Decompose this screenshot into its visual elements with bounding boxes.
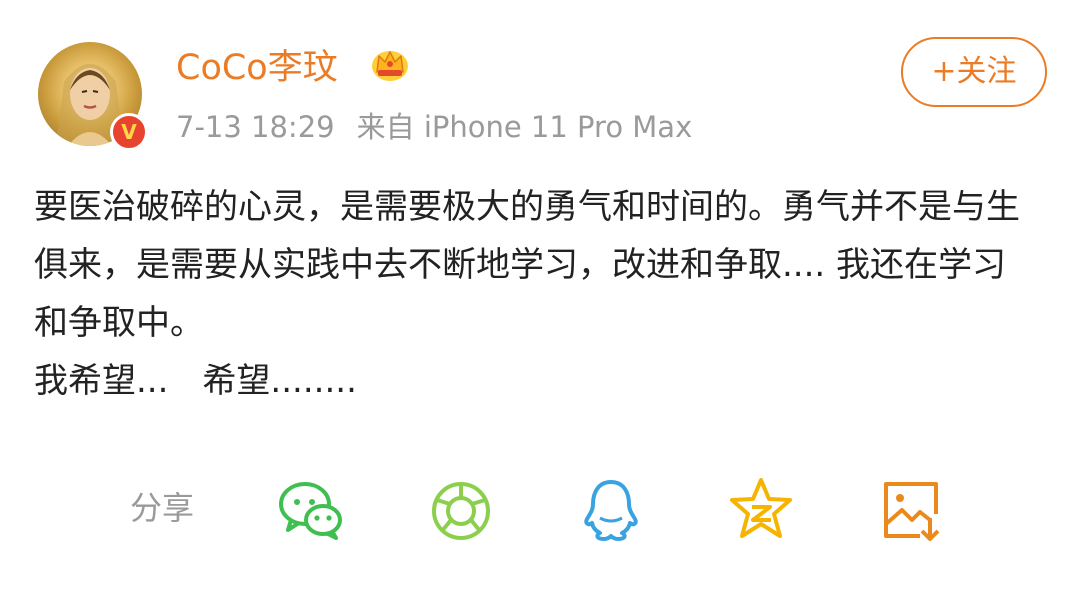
post-text-paragraph: 我希望... 希望........	[34, 361, 357, 401]
post-source: 来自 iPhone 11 Pro Max	[356, 110, 693, 144]
post-header: V CoCo李玟 7-13 18:29 来自 iPhone 11 Pro Max …	[0, 0, 1080, 160]
share-label: 分享	[130, 489, 195, 527]
wechat-icon[interactable]	[276, 474, 346, 544]
author-name[interactable]: CoCo李玟	[176, 46, 338, 90]
crown-icon	[372, 51, 408, 81]
wechat-moments-icon[interactable]	[426, 474, 496, 544]
qzone-icon[interactable]	[726, 474, 796, 544]
share-bar: 分享	[0, 468, 1080, 548]
post-meta: 7-13 18:29 来自 iPhone 11 Pro Max	[176, 108, 692, 146]
follow-button[interactable]: +关注	[901, 37, 1047, 107]
verified-badge: V	[110, 113, 148, 151]
save-image-icon[interactable]	[876, 474, 946, 544]
qq-icon[interactable]	[576, 474, 646, 544]
post-content: 要医治破碎的心灵，是需要极大的勇气和时间的。勇气并不是与生俱来，是需要从实践中去…	[34, 178, 1034, 410]
post-time: 7-13 18:29	[176, 110, 335, 144]
post-text-paragraph: 要医治破碎的心灵，是需要极大的勇气和时间的。勇气并不是与生俱来，是需要从实践中去…	[34, 187, 1020, 343]
